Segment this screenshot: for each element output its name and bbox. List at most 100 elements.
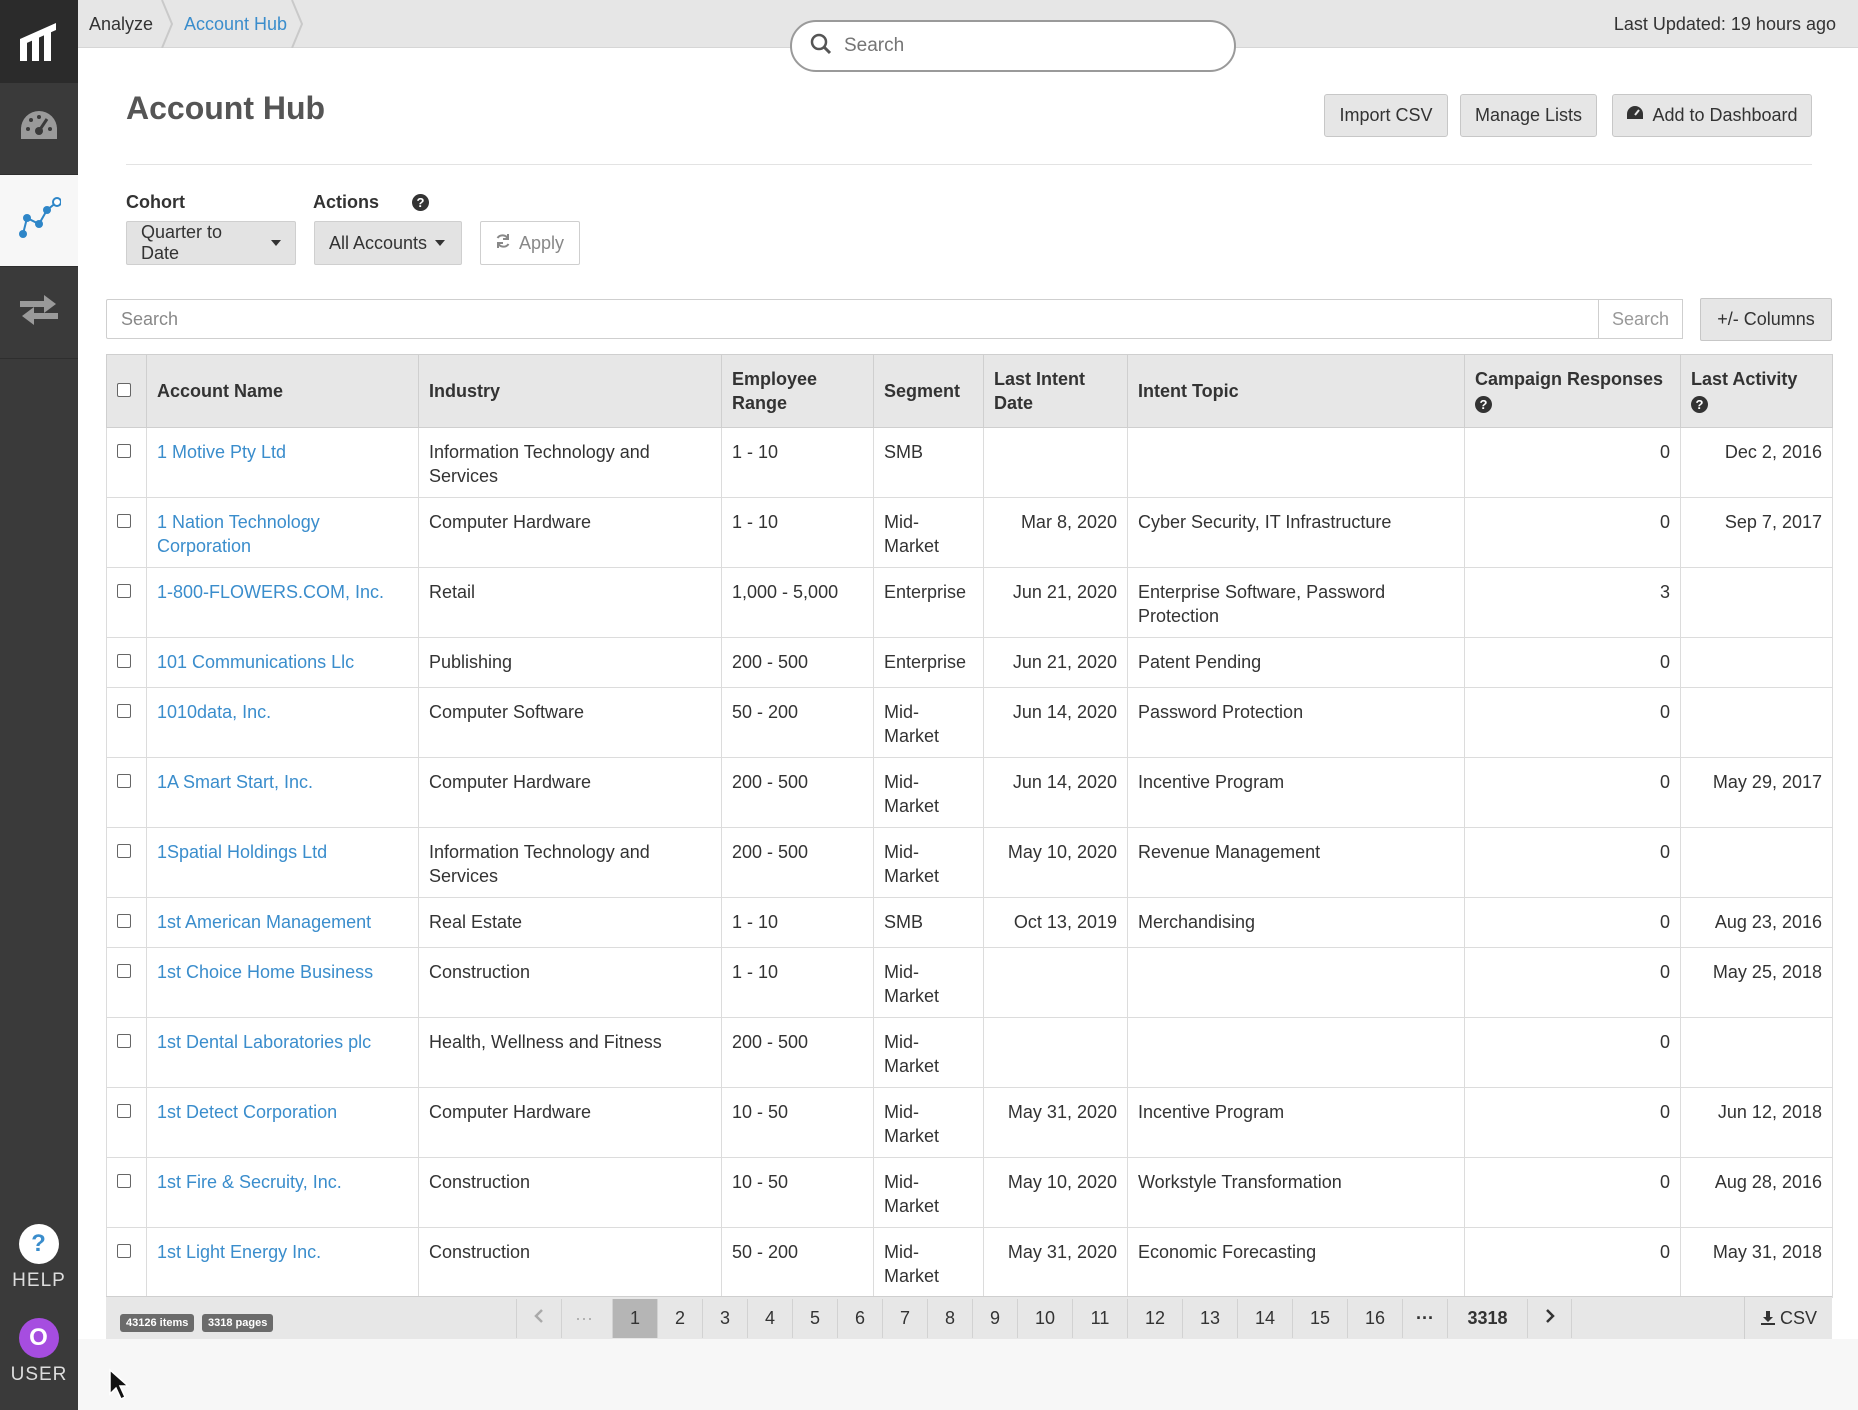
page-button[interactable]: 15: [1292, 1299, 1347, 1338]
page-button[interactable]: 10: [1017, 1299, 1072, 1338]
account-name-link[interactable]: 1st Choice Home Business: [157, 962, 373, 982]
account-name-link[interactable]: 1Spatial Holdings Ltd: [157, 842, 327, 862]
segment-cell: Mid-Market: [873, 827, 984, 898]
brand-logo-icon[interactable]: [0, 0, 78, 83]
account-name-link[interactable]: 1st Light Energy Inc.: [157, 1242, 321, 1262]
pagination-bar: 43126 items 3318 pages ··· 1 2 3 4 5 6 7…: [106, 1296, 1832, 1340]
chevron-right-icon: [1545, 1309, 1555, 1323]
page-button[interactable]: 6: [837, 1299, 882, 1338]
page-button[interactable]: 1: [612, 1299, 657, 1338]
account-name-link[interactable]: 1A Smart Start, Inc.: [157, 772, 313, 792]
table-search-input[interactable]: Search: [106, 299, 1599, 339]
page-button[interactable]: 4: [747, 1299, 792, 1338]
import-csv-button[interactable]: Import CSV: [1324, 94, 1448, 137]
page-button[interactable]: 2: [657, 1299, 702, 1338]
user-menu[interactable]: O USER: [0, 1318, 78, 1386]
account-name-link[interactable]: 1st Dental Laboratories plc: [157, 1032, 371, 1052]
table-row[interactable]: 1010data, Inc. Computer Software 50 - 20…: [106, 687, 1833, 758]
row-checkbox[interactable]: [117, 844, 131, 858]
row-checkbox[interactable]: [117, 1034, 131, 1048]
column-header-employee-range[interactable]: Employee Range: [721, 354, 874, 428]
column-header-industry[interactable]: Industry: [418, 354, 722, 428]
table-row[interactable]: 1st Light Energy Inc. Construction 50 - …: [106, 1227, 1833, 1298]
nav-analyze[interactable]: [0, 175, 78, 267]
row-checkbox[interactable]: [117, 584, 131, 598]
help-tooltip-icon[interactable]: ?: [1691, 395, 1708, 413]
table-row[interactable]: 1A Smart Start, Inc. Computer Hardware 2…: [106, 757, 1833, 828]
export-csv-button[interactable]: CSV: [1744, 1297, 1832, 1340]
page-button[interactable]: 3: [702, 1299, 747, 1338]
column-header-last-intent-date[interactable]: Last Intent Date: [983, 354, 1128, 428]
global-search[interactable]: [790, 20, 1236, 72]
row-checkbox[interactable]: [117, 774, 131, 788]
help-button[interactable]: ? HELP: [0, 1224, 78, 1292]
row-checkbox[interactable]: [117, 1244, 131, 1258]
table-row[interactable]: 1st Choice Home Business Construction 1 …: [106, 947, 1833, 1018]
row-checkbox[interactable]: [117, 1104, 131, 1118]
help-tooltip-icon[interactable]: ?: [412, 194, 429, 211]
columns-button[interactable]: +/- Columns: [1700, 298, 1832, 341]
page-button[interactable]: 12: [1127, 1299, 1182, 1338]
last-page-button[interactable]: 3318: [1447, 1299, 1527, 1338]
apply-button[interactable]: Apply: [480, 221, 580, 265]
nav-transfer[interactable]: [0, 267, 78, 359]
column-header-last-activity[interactable]: Last Activity?: [1680, 354, 1833, 428]
row-checkbox[interactable]: [117, 1174, 131, 1188]
table-row[interactable]: 1st Detect Corporation Computer Hardware…: [106, 1087, 1833, 1158]
account-name-link[interactable]: 101 Communications Llc: [157, 652, 354, 672]
global-search-input[interactable]: [844, 35, 1204, 57]
page-button[interactable]: 11: [1072, 1299, 1127, 1338]
account-name-link[interactable]: 1 Nation Technology Corporation: [157, 512, 320, 556]
row-checkbox[interactable]: [117, 914, 131, 928]
breadcrumb-account-hub[interactable]: Account Hub: [184, 0, 287, 48]
table-row[interactable]: 1st Fire & Secruity, Inc. Construction 1…: [106, 1157, 1833, 1228]
page-button[interactable]: 16: [1347, 1299, 1402, 1338]
account-name-link[interactable]: 1st Detect Corporation: [157, 1102, 337, 1122]
page-button[interactable]: 8: [927, 1299, 972, 1338]
nav-dashboard[interactable]: [0, 83, 78, 175]
page-button[interactable]: 5: [792, 1299, 837, 1338]
page-button[interactable]: 9: [972, 1299, 1017, 1338]
table-row[interactable]: 1 Motive Pty Ltd Information Technology …: [106, 427, 1833, 498]
breadcrumb-analyze[interactable]: Analyze: [89, 0, 153, 48]
table-row[interactable]: 1st American Management Real Estate 1 - …: [106, 897, 1833, 948]
actions-dropdown[interactable]: All Accounts: [314, 221, 462, 265]
column-header-campaign-responses[interactable]: Campaign Responses?: [1464, 354, 1681, 428]
account-name-link[interactable]: 1010data, Inc.: [157, 702, 271, 722]
row-checkbox[interactable]: [117, 514, 131, 528]
page-button[interactable]: 13: [1182, 1299, 1237, 1338]
row-checkbox[interactable]: [117, 704, 131, 718]
account-name-link[interactable]: 1-800-FLOWERS.COM, Inc.: [157, 582, 384, 602]
row-checkbox[interactable]: [117, 444, 131, 458]
table-row[interactable]: 1 Nation Technology Corporation Computer…: [106, 497, 1833, 568]
next-pages-ellipsis[interactable]: ···: [1402, 1299, 1447, 1338]
column-header-intent-topic[interactable]: Intent Topic: [1127, 354, 1465, 428]
column-header-segment[interactable]: Segment: [873, 354, 984, 428]
prev-page-button[interactable]: [516, 1299, 561, 1338]
select-all-checkbox[interactable]: [117, 383, 131, 397]
next-page-button[interactable]: [1527, 1299, 1572, 1338]
manage-lists-button[interactable]: Manage Lists: [1460, 94, 1597, 137]
page-button[interactable]: 7: [882, 1299, 927, 1338]
campaign-responses-cell: 0: [1464, 897, 1681, 948]
table-row[interactable]: 1Spatial Holdings Ltd Information Techno…: [106, 827, 1833, 898]
last-intent-date-cell: Jun 14, 2020: [983, 687, 1128, 758]
cohort-dropdown[interactable]: Quarter to Date: [126, 221, 296, 265]
employee-range-cell: 10 - 50: [721, 1157, 874, 1228]
prev-pages-ellipsis[interactable]: ···: [561, 1299, 606, 1338]
row-checkbox[interactable]: [117, 654, 131, 668]
row-checkbox[interactable]: [117, 964, 131, 978]
table-row[interactable]: 1-800-FLOWERS.COM, Inc. Retail 1,000 - 5…: [106, 567, 1833, 638]
add-to-dashboard-button[interactable]: Add to Dashboard: [1612, 94, 1812, 137]
account-name-link[interactable]: 1st Fire & Secruity, Inc.: [157, 1172, 342, 1192]
select-all-checkbox-cell[interactable]: [106, 354, 147, 428]
industry-cell: Real Estate: [418, 897, 722, 948]
table-search-button[interactable]: Search: [1598, 299, 1683, 339]
table-row[interactable]: 1st Dental Laboratories plc Health, Well…: [106, 1017, 1833, 1088]
column-header-account-name[interactable]: Account Name: [146, 354, 419, 428]
account-name-link[interactable]: 1st American Management: [157, 912, 371, 932]
page-button[interactable]: 14: [1237, 1299, 1292, 1338]
account-name-link[interactable]: 1 Motive Pty Ltd: [157, 442, 286, 462]
table-row[interactable]: 101 Communications Llc Publishing 200 - …: [106, 637, 1833, 688]
help-tooltip-icon[interactable]: ?: [1475, 395, 1492, 413]
